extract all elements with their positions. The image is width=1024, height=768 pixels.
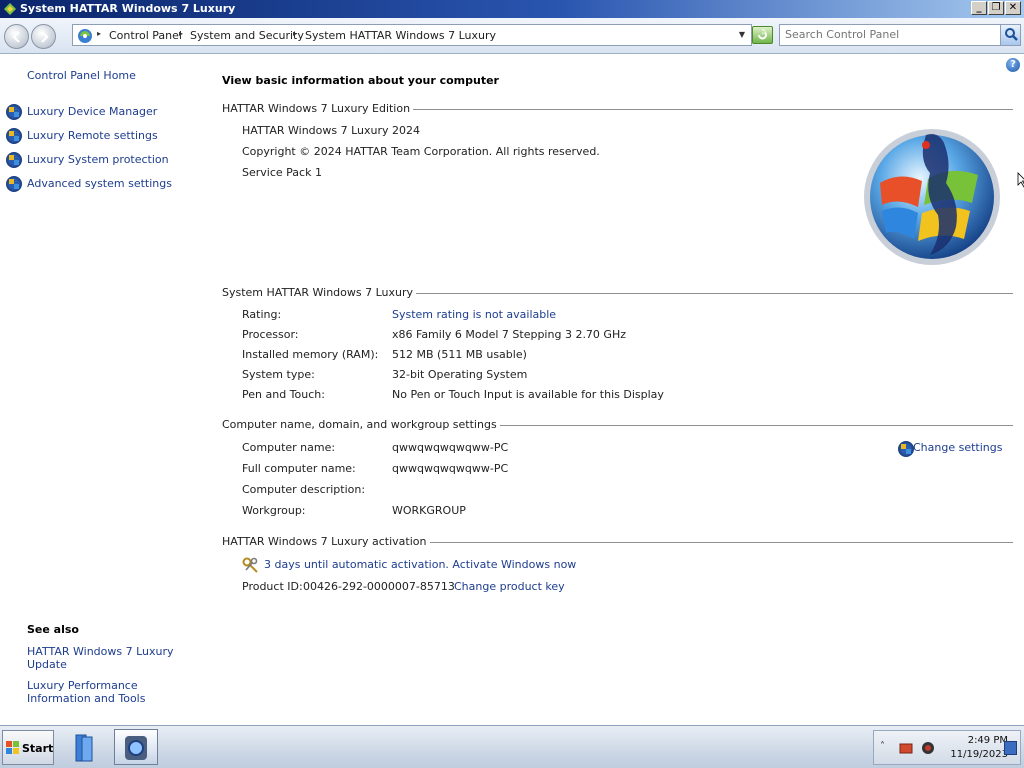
system-window-icon <box>125 736 147 760</box>
taskbar-system-window-button[interactable] <box>114 729 158 765</box>
shield-icon <box>898 441 914 457</box>
mouse-cursor-icon <box>1017 172 1024 188</box>
forward-arrow-icon <box>41 31 49 43</box>
computer-name-value: qwwqwqwqwqww-PC <box>392 441 509 454</box>
breadcrumb-arrow-icon[interactable]: ▸ <box>179 29 183 38</box>
system-type-label: System type: <box>242 368 315 381</box>
breadcrumb-arrow-icon[interactable]: ▸ <box>97 29 101 38</box>
show-desktop-button[interactable] <box>1004 741 1017 755</box>
refresh-icon <box>758 28 767 40</box>
memory-value: 512 MB (511 MB usable) <box>392 348 527 361</box>
see-also-performance-link[interactable]: Luxury Performance Information and Tools <box>27 679 197 705</box>
window-title: System HATTAR Windows 7 Luxury <box>20 2 236 15</box>
windows-logo-image <box>864 129 1000 265</box>
see-also-heading: See also <box>27 623 79 636</box>
shield-icon <box>6 128 22 144</box>
title-bar: System HATTAR Windows 7 Luxury _ ❐ ✕ <box>0 0 1024 18</box>
action-center-icon[interactable] <box>898 740 914 756</box>
section-computer-header: Computer name, domain, and workgroup set… <box>222 418 1013 432</box>
taskbar-explorer-button[interactable] <box>64 729 108 765</box>
search-icon <box>1005 28 1018 41</box>
search-input[interactable] <box>785 28 995 41</box>
page-title: View basic information about your comput… <box>222 74 499 87</box>
shield-icon <box>6 104 22 120</box>
clock-date: 11/19/2023 <box>950 749 1008 760</box>
clock-time: 2:49 PM <box>967 735 1008 746</box>
control-panel-icon <box>78 29 92 43</box>
see-also-update-link[interactable]: HATTAR Windows 7 Luxury Update <box>27 645 197 671</box>
section-edition-header: HATTAR Windows 7 Luxury Edition <box>222 102 1013 116</box>
left-pane: Control Panel Home Luxury Device Manager… <box>0 55 205 725</box>
section-system-header: System HATTAR Windows 7 Luxury <box>222 286 1013 300</box>
taskbar: Start ˄ 2:49 PM 11/19/2023 <box>0 725 1024 768</box>
pen-touch-label: Pen and Touch: <box>242 388 325 401</box>
sidebar-item-label[interactable]: Luxury Remote settings <box>27 129 158 142</box>
sidebar-item-label[interactable]: Luxury Device Manager <box>27 105 157 118</box>
help-icon[interactable]: ? <box>1006 58 1020 72</box>
section-activation-header: HATTAR Windows 7 Luxury activation <box>222 535 1013 549</box>
product-id-label: Product ID: <box>242 580 303 593</box>
memory-label: Installed memory (RAM): <box>242 348 379 361</box>
change-settings-label[interactable]: Change settings <box>913 441 1002 454</box>
processor-label: Processor: <box>242 328 299 341</box>
computer-description-label: Computer description: <box>242 483 366 496</box>
sidebar-item-label[interactable]: Luxury System protection <box>27 153 169 166</box>
service-pack-text: Service Pack 1 <box>242 166 322 179</box>
restore-button[interactable]: ❐ <box>988 1 1004 15</box>
sidebar-item-label[interactable]: Advanced system settings <box>27 177 172 190</box>
close-button[interactable]: ✕ <box>1005 1 1021 15</box>
refresh-button[interactable] <box>752 26 773 44</box>
processor-value: x86 Family 6 Model 7 Stepping 3 2.70 GHz <box>392 328 626 341</box>
shield-icon <box>6 152 22 168</box>
control-panel-home-link[interactable]: Control Panel Home <box>27 69 136 82</box>
computer-name-label: Computer name: <box>242 441 336 454</box>
rating-label: Rating: <box>242 308 282 321</box>
activate-windows-link[interactable]: 3 days until automatic activation. Activ… <box>264 558 576 571</box>
product-id-value: 00426-292-0000007-85713 <box>303 580 455 593</box>
system-app-icon <box>4 3 16 15</box>
minimize-button[interactable]: _ <box>971 1 987 15</box>
breadcrumb[interactable]: ▸ Control Panel ▸ System and Security ▸ … <box>72 24 752 46</box>
forward-button[interactable] <box>31 24 56 49</box>
search-box[interactable] <box>779 24 1021 46</box>
volume-icon[interactable] <box>920 740 936 756</box>
search-button[interactable] <box>1000 25 1020 45</box>
keys-icon <box>242 557 258 573</box>
back-arrow-icon <box>12 31 20 43</box>
clock[interactable]: 2:49 PM 11/19/2023 <box>936 734 1008 762</box>
back-button[interactable] <box>4 24 29 49</box>
address-dropdown-icon[interactable]: ▼ <box>739 30 745 39</box>
full-computer-name-value: qwwqwqwqwqww-PC <box>392 462 509 475</box>
breadcrumb-control-panel[interactable]: Control Panel <box>109 29 182 42</box>
pen-touch-value: No Pen or Touch Input is available for t… <box>392 388 664 401</box>
workgroup-value: WORKGROUP <box>392 504 466 517</box>
shield-icon <box>6 176 22 192</box>
start-label[interactable]: Start <box>22 742 53 755</box>
workgroup-label: Workgroup: <box>242 504 306 517</box>
copyright-text: Copyright © 2024 HATTAR Team Corporation… <box>242 145 600 158</box>
address-bar: ▸ Control Panel ▸ System and Security ▸ … <box>0 18 1024 54</box>
breadcrumb-system[interactable]: System HATTAR Windows 7 Luxury <box>305 29 496 42</box>
full-computer-name-label: Full computer name: <box>242 462 356 475</box>
windows-flag-icon <box>6 741 19 754</box>
breadcrumb-system-and-security[interactable]: System and Security <box>190 29 304 42</box>
rating-value-link[interactable]: System rating is not available <box>392 308 556 321</box>
breadcrumb-arrow-icon[interactable]: ▸ <box>293 29 297 38</box>
start-button[interactable]: Start <box>2 730 54 765</box>
explorer-icon <box>75 734 93 762</box>
edition-name: HATTAR Windows 7 Luxury 2024 <box>242 124 421 137</box>
change-product-key-link[interactable]: Change product key <box>454 580 565 593</box>
main-content: ? View basic information about your comp… <box>222 55 1022 725</box>
show-hidden-icons-button[interactable]: ˄ <box>880 741 885 752</box>
system-type-value: 32-bit Operating System <box>392 368 528 381</box>
system-tray: ˄ 2:49 PM 11/19/2023 <box>873 730 1021 765</box>
